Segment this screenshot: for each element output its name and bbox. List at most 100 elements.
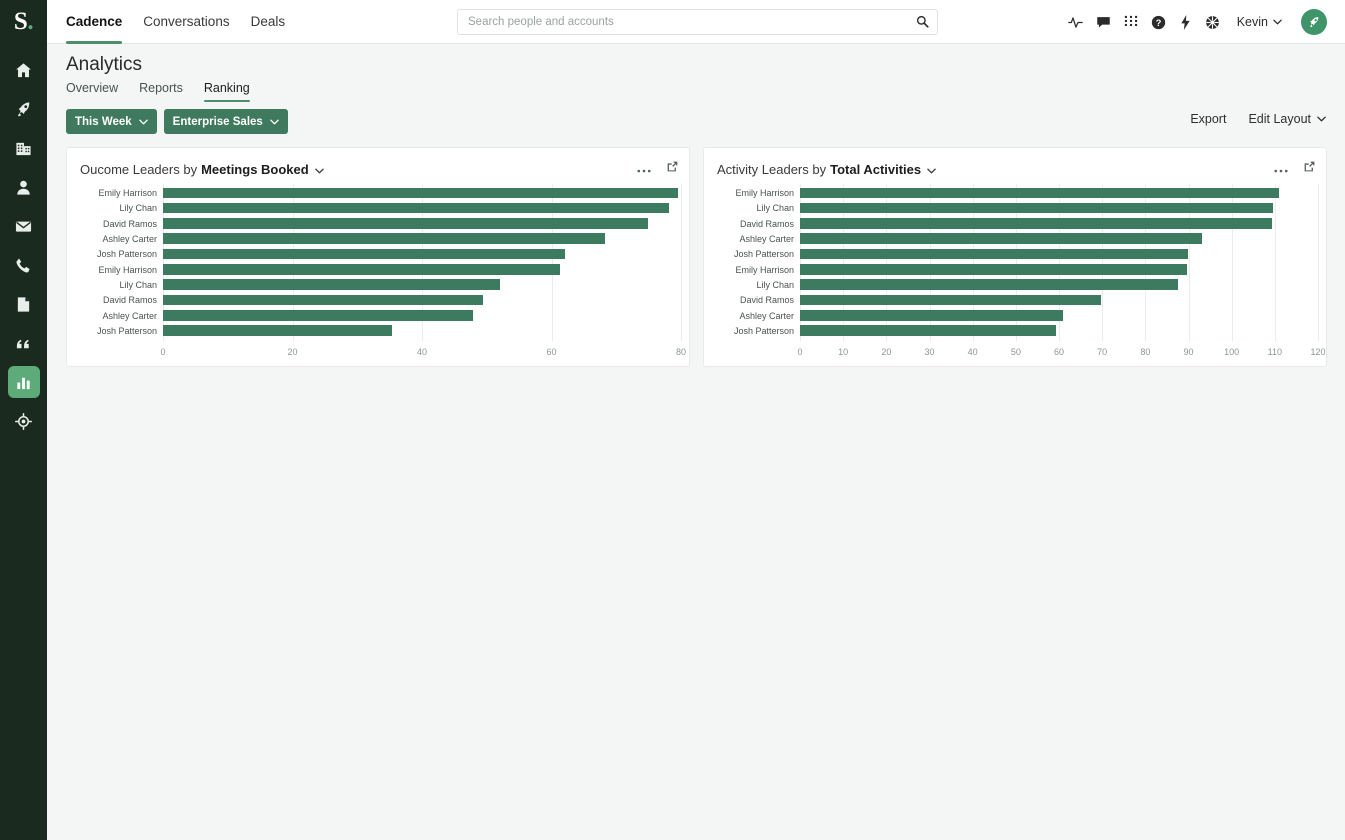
bar-track — [163, 232, 679, 247]
lightning-bolt-icon[interactable] — [1179, 14, 1192, 30]
more-horizontal-icon[interactable] — [637, 160, 651, 178]
chevron-down-icon — [270, 119, 279, 124]
bar[interactable] — [163, 248, 566, 260]
bar[interactable] — [800, 202, 1273, 214]
x-axis-tick: 60 — [1053, 347, 1065, 357]
chart-row: Josh Patterson — [67, 247, 679, 262]
chat-bubble-icon[interactable] — [1096, 15, 1111, 30]
card-title: Oucome Leaders by Meetings Booked — [80, 162, 324, 177]
more-horizontal-icon[interactable] — [1274, 160, 1288, 178]
dialpad-icon[interactable] — [1124, 15, 1138, 29]
chevron-down-icon[interactable] — [927, 162, 936, 177]
bar[interactable] — [800, 218, 1273, 229]
chevron-down-icon[interactable] — [314, 162, 324, 177]
bar-track — [800, 293, 1316, 308]
chart-card: Oucome Leaders by Meetings Booked Emily Ha… — [66, 147, 690, 367]
bar[interactable] — [163, 187, 678, 199]
bar-track — [163, 186, 679, 201]
activity-pulse-icon[interactable] — [1067, 15, 1083, 30]
bar[interactable] — [800, 309, 1064, 321]
user-menu[interactable]: Kevin — [1237, 15, 1282, 29]
card-title-metric[interactable]: Total Activities — [830, 162, 921, 177]
avatar[interactable] — [1301, 9, 1327, 35]
bar-label: Emily Harrison — [98, 265, 157, 275]
document-icon — [15, 296, 32, 313]
bar[interactable] — [163, 233, 606, 245]
bar[interactable] — [163, 294, 483, 306]
topnav-item-cadence[interactable]: Cadence — [66, 0, 123, 44]
top-bar: Cadence Conversations Deals Search peopl… — [47, 0, 1345, 44]
rail-item-calls[interactable] — [8, 249, 40, 281]
tab-overview[interactable]: Overview — [66, 81, 118, 102]
bar-track — [163, 308, 679, 323]
topnav-item-deals[interactable]: Deals — [251, 0, 286, 44]
rail-item-templates[interactable] — [8, 288, 40, 320]
tab-reports[interactable]: Reports — [139, 81, 183, 102]
rail-item-goals[interactable] — [8, 405, 40, 437]
bar[interactable] — [163, 325, 392, 336]
filter-enterprise-sales[interactable]: Enterprise Sales — [163, 109, 288, 134]
rail-item-people[interactable] — [8, 171, 40, 203]
chart-row: Emily Harrison — [67, 186, 679, 201]
bar[interactable] — [800, 264, 1187, 275]
edit-layout-button[interactable]: Edit Layout — [1248, 112, 1326, 126]
bar[interactable] — [163, 279, 501, 290]
x-axis-tick: 70 — [1097, 347, 1108, 357]
gridline — [681, 184, 682, 341]
x-axis-tick: 20 — [287, 347, 298, 357]
chart-row: Ashley Carter — [67, 308, 679, 323]
tab-ranking[interactable]: Ranking — [203, 81, 250, 102]
bar[interactable] — [800, 294, 1101, 306]
rail-item-conversations[interactable] — [8, 327, 40, 359]
bar[interactable] — [800, 325, 1057, 336]
bar-track — [800, 186, 1316, 201]
filter-this-week[interactable]: This Week — [66, 109, 157, 134]
card-header: Oucome Leaders by Meetings Booked — [80, 160, 679, 178]
chart-row: Ashley Carter — [704, 308, 1316, 323]
search-input[interactable] — [457, 9, 938, 35]
rail-item-email[interactable] — [8, 210, 40, 242]
bar-label: David Ramos — [102, 219, 157, 229]
x-axis-tick: 110 — [1267, 347, 1283, 357]
bar[interactable] — [163, 309, 473, 321]
card-title-prefix: Oucome Leaders by — [80, 161, 198, 177]
help-circle-icon[interactable]: ? — [1151, 15, 1166, 30]
external-link-icon[interactable] — [666, 160, 679, 178]
filter-label: This Week — [75, 115, 132, 128]
bar[interactable] — [800, 248, 1188, 260]
rail-item-accounts[interactable] — [8, 132, 40, 164]
x-axis-tick: 10 — [838, 347, 849, 357]
x-axis: 0 10 20 30 40 50 60 70 80 90 100 110 120 — [704, 347, 1325, 363]
chart-row: Emily Harrison — [704, 263, 1316, 278]
bar-track — [163, 263, 679, 278]
export-button[interactable]: Export — [1190, 112, 1226, 126]
card-title-metric[interactable]: Meetings Booked — [201, 162, 309, 177]
external-link-icon[interactable] — [1303, 160, 1316, 178]
card-header-icons — [1274, 160, 1316, 178]
bar[interactable] — [163, 202, 670, 214]
rail-item-cadence[interactable] — [8, 93, 40, 125]
logo-letter: S — [13, 8, 28, 35]
bar[interactable] — [800, 233, 1203, 245]
analytics-tabs: Overview Reports Ranking — [66, 81, 250, 102]
x-axis-tick: 80 — [675, 347, 687, 357]
svg-text:?: ? — [1155, 17, 1161, 27]
x-axis-tick: 90 — [1183, 347, 1194, 357]
rocket-icon — [15, 101, 32, 118]
bar[interactable] — [800, 279, 1179, 290]
bar-track — [163, 278, 679, 293]
page-actions: Export Edit Layout — [1190, 112, 1326, 126]
bar[interactable] — [163, 218, 649, 229]
bar[interactable] — [800, 187, 1280, 199]
bar[interactable] — [163, 264, 560, 275]
rail-item-home[interactable] — [8, 54, 40, 86]
settings-gear-icon[interactable] — [1205, 15, 1220, 30]
x-axis-tick: 20 — [881, 347, 892, 357]
bar-label: Lily Chan — [119, 280, 157, 290]
x-axis-tick: 100 — [1224, 347, 1240, 357]
app-logo[interactable]: S. — [0, 0, 47, 44]
topnav-item-conversations[interactable]: Conversations — [143, 0, 229, 44]
rail-item-analytics[interactable] — [7, 366, 40, 398]
bar-label: Josh Patterson — [733, 250, 794, 260]
bar-label: Josh Patterson — [96, 326, 157, 336]
